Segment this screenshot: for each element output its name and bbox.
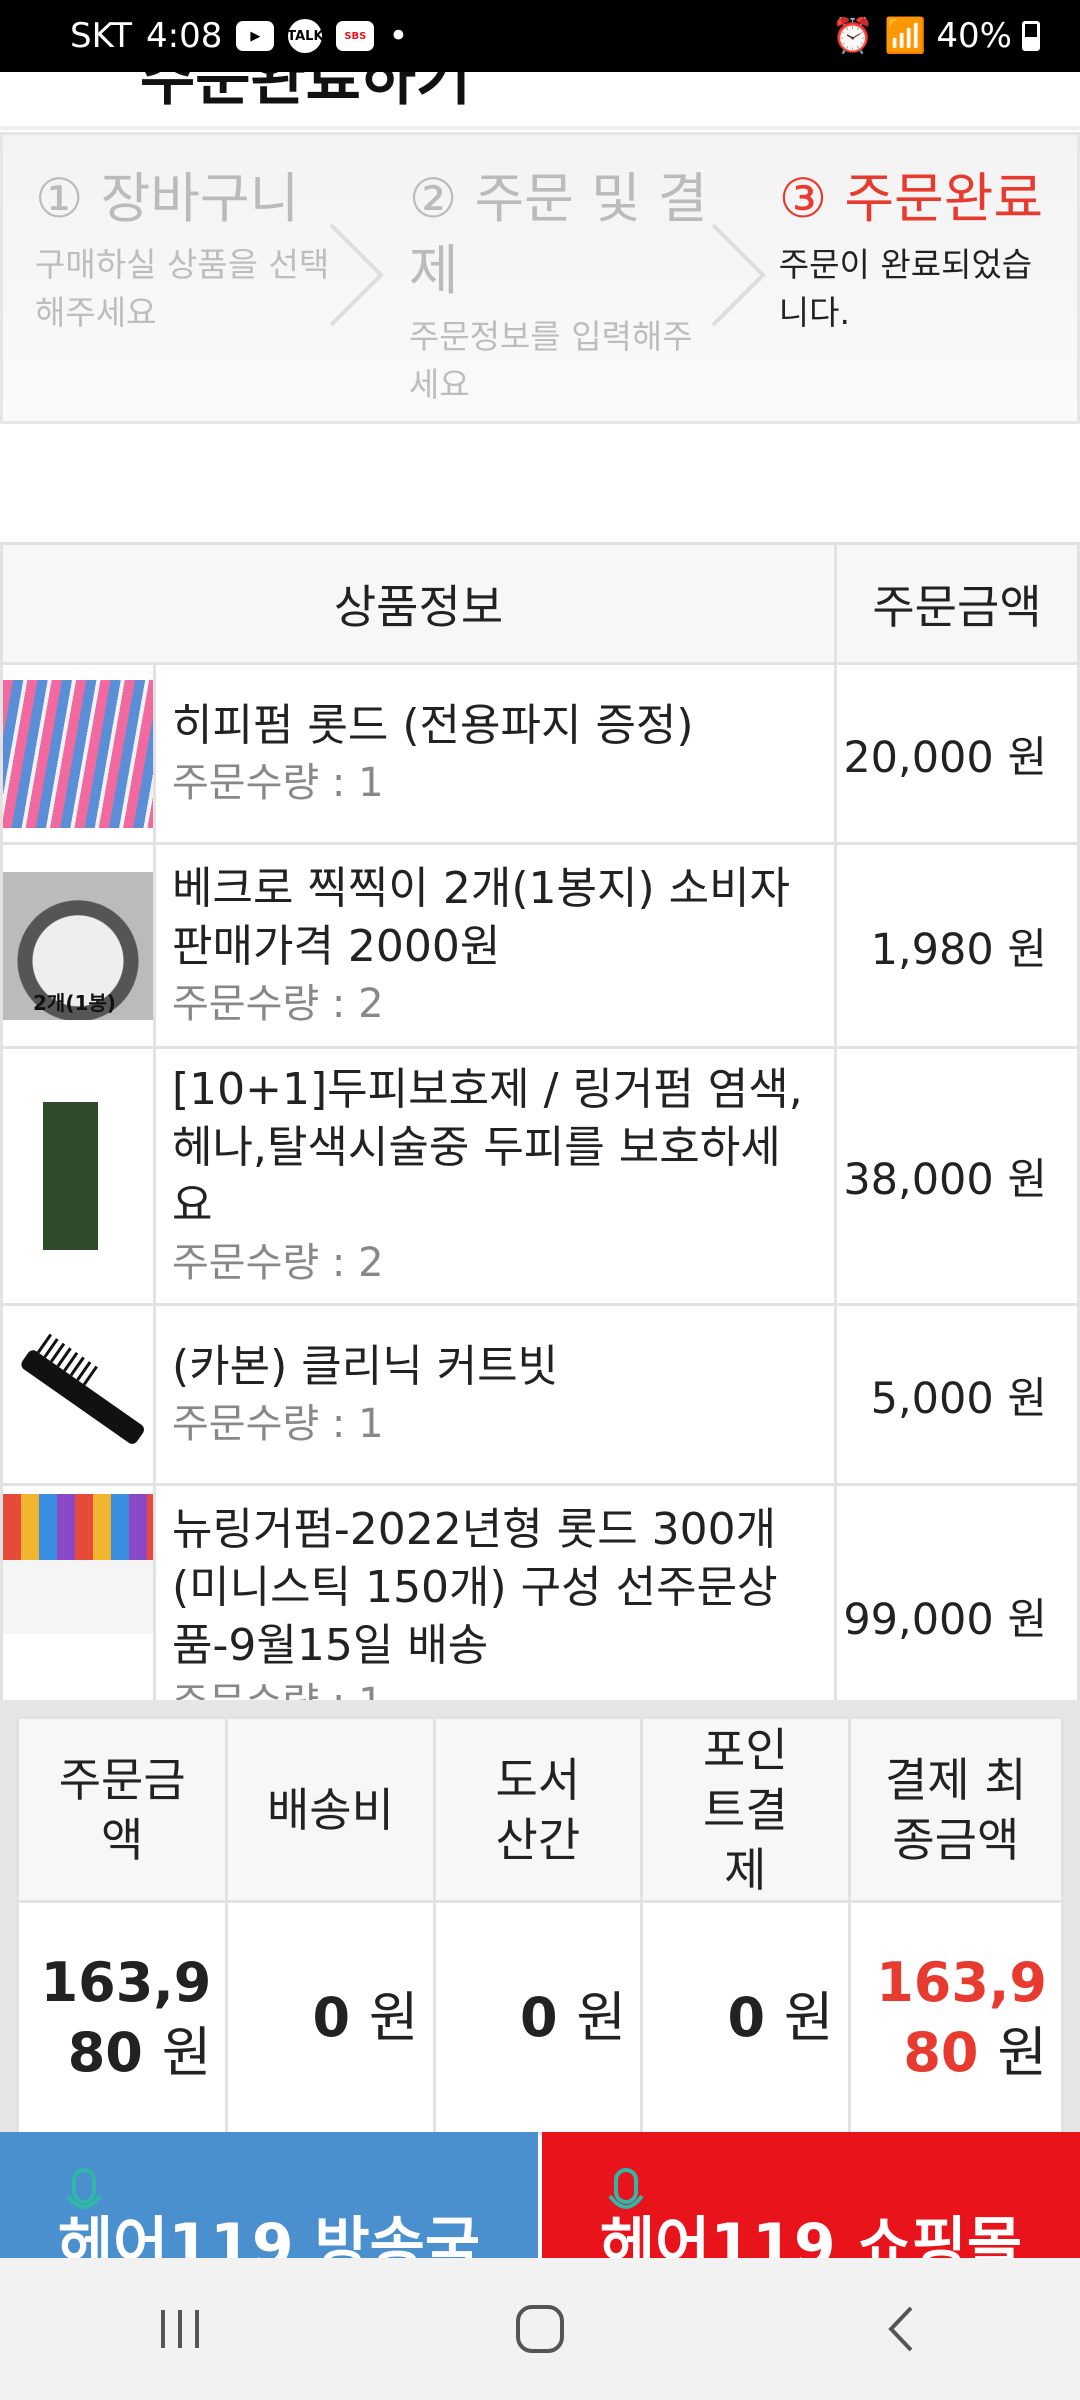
thumb-caption: 2개(1봉) [33,990,116,1015]
product-quantity: 주문수량 : 2 [172,980,384,1027]
youtube-icon: ▶ [236,21,275,51]
summary-header-order-amount: 주문금액 [15,1716,229,1903]
summary-header-final-amount: 결제 최종금액 [847,1716,1065,1903]
summary-header-shipping: 배송비 [225,1716,436,1903]
perm-rods-image[interactable] [3,679,153,828]
home-icon[interactable] [500,2289,580,2369]
step-title: ③ 주문완료 [778,167,1044,230]
product-price: 20,000 원 [834,662,1080,845]
column-header-product-info: 상품정보 [0,542,837,665]
product-price: 5,000 원 [834,1303,1080,1486]
table-row[interactable]: (카본) 클리닉 커트빗 주문수량 : 1 5,000 원 [0,1303,1080,1486]
battery-percent: 40% [936,16,1012,56]
shopping-mall-banner[interactable]: 헤어119 쇼핑몰 [542,2132,1080,2258]
perm-kit-image[interactable] [3,1486,153,1634]
summary-header-points: 포인트결제 [640,1716,851,1903]
carrier-label: SKT [70,16,133,56]
battery-icon [1022,21,1040,51]
order-items-table: 상품정보 주문금액 히피펌 롯드 (전용파지 증정) 주문수량 : 1 20,0… [0,542,1080,1748]
summary-header-remote-area: 도서산간 [432,1716,644,1903]
product-name[interactable]: (카본) 클리닉 커트빗 [172,1338,818,1396]
summary-remote-area: 0 원 [432,1900,644,2135]
product-name[interactable]: 뉴링거펌-2022년형 롯드 300개(미니스틱 150개) 구성 선주문상품-… [172,1501,818,1675]
banner-label: 헤어119 방송국 [57,2211,481,2258]
banner-label: 헤어119 쇼핑몰 [599,2211,1023,2258]
summary-shipping: 0 원 [225,1900,436,2135]
step-desc: 주문정보를 입력해주세요 [408,317,693,404]
column-header-order-amount: 주문금액 [834,542,1080,665]
kakaotalk-icon: TALK [287,19,324,53]
step-complete: ③ 주문완료 주문이 완료되었습니다. [759,135,1077,421]
table-row[interactable]: 히피펌 롯드 (전용파지 증정) 주문수량 : 1 20,000 원 [0,662,1080,845]
summary-points: 0 원 [640,1900,851,2135]
recent-apps-icon[interactable] [140,2289,220,2369]
page-title: 주문완료하기 [140,72,472,114]
status-bar: SKT 4:08 ▶ TALK SBS • ⏰ 📶 40% [0,0,1080,72]
step-title: ② 주문 및 결제 [408,167,708,302]
order-steps: ① 장바구니 구매하실 상품을 선택해주세요 ② 주문 및 결제 주문정보를 입… [0,132,1080,424]
table-row[interactable]: [10+1]두피보호제 / 링거펌 염색,헤나,탈색시술중 두피를 보호하세요 … [0,1046,1080,1306]
broadcast-banner[interactable]: 헤어119 방송국 [0,2132,538,2258]
summary-order-amount: 163,980 원 [15,1900,229,2135]
wifi-icon: 📶 [884,16,927,56]
chevron-right-icon [321,220,391,330]
bottom-banners: 헤어119 방송국 헤어119 쇼핑몰 [0,2132,1080,2258]
product-name[interactable]: 히피펌 롯드 (전용파지 증정) [172,697,818,755]
step-desc: 구매하실 상품을 선택해주세요 [35,245,330,332]
step-desc: 주문이 완료되었습니다. [778,245,1033,332]
product-price: 38,000 원 [834,1046,1080,1306]
news-app-icon: SBS [336,21,375,51]
back-icon[interactable] [860,2289,940,2369]
product-name[interactable]: 베크로 찍찍이 2개(1봉지) 소비자판매가격 2000원 [172,860,818,976]
summary-table: 주문금액 배송비 도서산간 포인트결제 결제 최종금액 163,980 원 0 … [15,1716,1065,2135]
product-quantity: 주문수량 : 1 [172,1400,384,1447]
cutting-comb-image[interactable] [3,1320,153,1469]
product-quantity: 주문수량 : 1 [172,759,384,806]
alarm-icon: ⏰ [831,16,875,56]
clock: 4:08 [146,16,223,56]
product-price: 1,980 원 [834,842,1080,1049]
summary-final-amount: 163,980 원 [847,1900,1065,2135]
scalp-protector-bottle-image[interactable] [3,1102,153,1250]
product-name[interactable]: [10+1]두피보호제 / 링거펌 염색,헤나,탈색시술중 두피를 보호하세요 [172,1061,818,1235]
table-row[interactable]: 2개(1봉) 베크로 찍찍이 2개(1봉지) 소비자판매가격 2000원 주문수… [0,842,1080,1049]
system-nav-bar [0,2258,1080,2400]
page-title-area: 주문완료하기 [0,72,1080,130]
velcro-band-image[interactable]: 2개(1봉) [3,871,153,1020]
payment-summary: 주문금액 배송비 도서산간 포인트결제 결제 최종금액 163,980 원 0 … [0,1700,1080,2135]
product-quantity: 주문수량 : 2 [172,1240,384,1286]
more-notifications-icon: • [388,16,409,56]
